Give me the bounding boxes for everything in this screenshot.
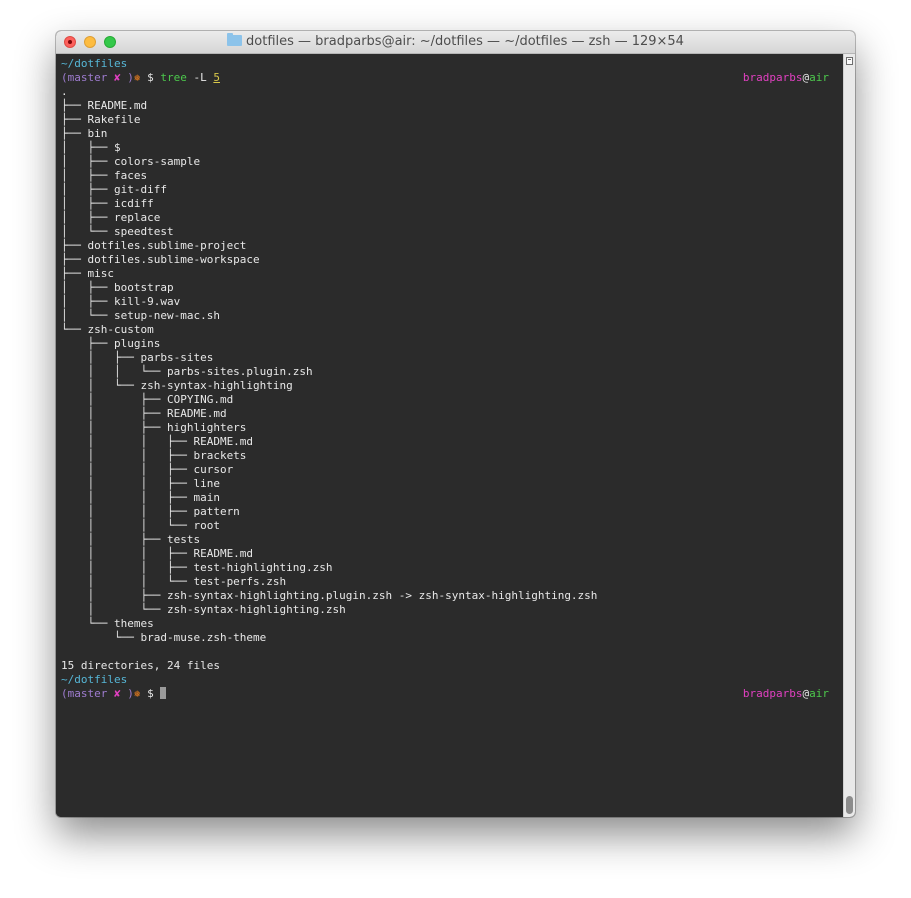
window-title-folder: dotfiles [246, 34, 294, 49]
tree-line: │ │ └── root [61, 519, 220, 532]
tree-line: │ │ └── parbs-sites.plugin.zsh [61, 365, 313, 378]
prompt-branch-open: ( [61, 71, 68, 84]
text-cursor [160, 687, 167, 699]
prompt-branch-open: ( [61, 687, 68, 700]
prompt-path-1: ~/dotfiles [61, 57, 128, 70]
tree-line: ├── misc [61, 267, 114, 280]
scrollbar[interactable] [843, 54, 855, 817]
tree-line: │ ├── tests [61, 533, 201, 546]
tree-line: │ └── zsh-syntax-highlighting.zsh [61, 603, 346, 616]
tree-line: │ └── zsh-syntax-highlighting [61, 379, 293, 392]
tree-line: │ ├── highlighters [61, 421, 247, 434]
right-prompt-host: air [809, 71, 829, 84]
prompt-branch: master [67, 687, 108, 700]
tree-line: │ └── speedtest [61, 225, 174, 238]
tree-line: │ ├── README.md [61, 407, 227, 420]
prompt-state-glyph: ❅ [133, 71, 141, 84]
tree-line: │ ├── faces [61, 169, 148, 182]
window-title: dotfiles — bradparbs@air: ~/dotfiles — ~… [56, 31, 855, 53]
prompt-branch-close: ) [127, 687, 134, 700]
tree-line: │ │ ├── pattern [61, 505, 240, 518]
command-flag: -L [186, 71, 214, 84]
scrollbar-thumb[interactable] [846, 796, 853, 814]
prompt-branch: master [67, 71, 108, 84]
tree-line: │ │ ├── main [61, 491, 220, 504]
tree-line: │ ├── kill-9.wav [61, 295, 181, 308]
tree-line: │ ├── colors-sample [61, 155, 201, 168]
prompt-dirty-mark: ✘ [107, 687, 128, 700]
terminal-window: dotfiles — bradparbs@air: ~/dotfiles — ~… [56, 31, 855, 817]
right-prompt-1: bradparbs@air [743, 71, 829, 85]
tree-line: ├── plugins [61, 337, 161, 350]
prompt-dirty-mark: ✘ [107, 71, 128, 84]
title-bar[interactable]: dotfiles — bradparbs@air: ~/dotfiles — ~… [56, 31, 855, 54]
tree-line: │ │ └── test-perfs.zsh [61, 575, 287, 588]
tree-line: │ └── setup-new-mac.sh [61, 309, 220, 322]
tree-line: ├── dotfiles.sublime-project [61, 239, 247, 252]
menu-lines-icon [848, 59, 851, 65]
tree-line: │ │ ├── test-highlighting.zsh [61, 561, 333, 574]
right-prompt-user: bradparbs [742, 71, 803, 84]
tree-line: └── themes [61, 617, 154, 630]
tree-line: ├── bin [61, 127, 108, 140]
tree-line: ├── dotfiles.sublime-workspace [61, 253, 260, 266]
prompt-line-2[interactable]: (master ✘ )❅ $ [61, 687, 167, 701]
tree-line: │ │ ├── README.md [61, 547, 254, 560]
split-menu-icon[interactable] [846, 57, 853, 65]
prompt-dollar: $ [140, 687, 161, 700]
command-arg: 5 [213, 71, 220, 84]
right-prompt-host: air [809, 687, 829, 700]
tree-line: │ ├── bootstrap [61, 281, 174, 294]
tree-line: │ ├── COPYING.md [61, 393, 234, 406]
tree-line: │ ├── git-diff [61, 183, 167, 196]
prompt-dollar: $ [140, 71, 161, 84]
tree-line: │ ├── replace [61, 211, 161, 224]
command-name: tree [160, 71, 187, 84]
tree-summary: 15 directories, 24 files [61, 659, 220, 672]
tree-line: │ │ ├── cursor [61, 463, 234, 476]
right-prompt-user: bradparbs [742, 687, 803, 700]
tree-line: │ ├── zsh-syntax-highlighting.plugin.zsh… [61, 589, 598, 602]
prompt-branch-close: ) [127, 71, 134, 84]
terminal-content[interactable]: ~/dotfiles (master ✘ )❅ $ tree -L 5 brad… [56, 54, 843, 817]
tree-line: │ ├── icdiff [61, 197, 154, 210]
tree-line: │ │ ├── README.md [61, 435, 254, 448]
tree-line: │ ├── $ [61, 141, 121, 154]
window-title-text: — bradparbs@air: ~/dotfiles — ~/dotfiles… [293, 34, 684, 49]
tree-line: . [61, 85, 68, 98]
folder-icon [227, 33, 243, 46]
prompt-path-2: ~/dotfiles [61, 673, 128, 686]
right-prompt-2: bradparbs@air [743, 687, 829, 701]
tree-line: │ ├── parbs-sites [61, 351, 214, 364]
tree-line: ├── Rakefile [61, 113, 141, 126]
prompt-state-glyph: ❅ [133, 687, 141, 700]
tree-line: │ │ ├── line [61, 477, 220, 490]
tree-line: └── brad-muse.zsh-theme [61, 631, 267, 644]
tree-line: ├── README.md [61, 99, 148, 112]
prompt-line-1: (master ✘ )❅ $ tree -L 5 [61, 71, 220, 85]
tree-line: └── zsh-custom [61, 323, 154, 336]
tree-line: │ │ ├── brackets [61, 449, 247, 462]
